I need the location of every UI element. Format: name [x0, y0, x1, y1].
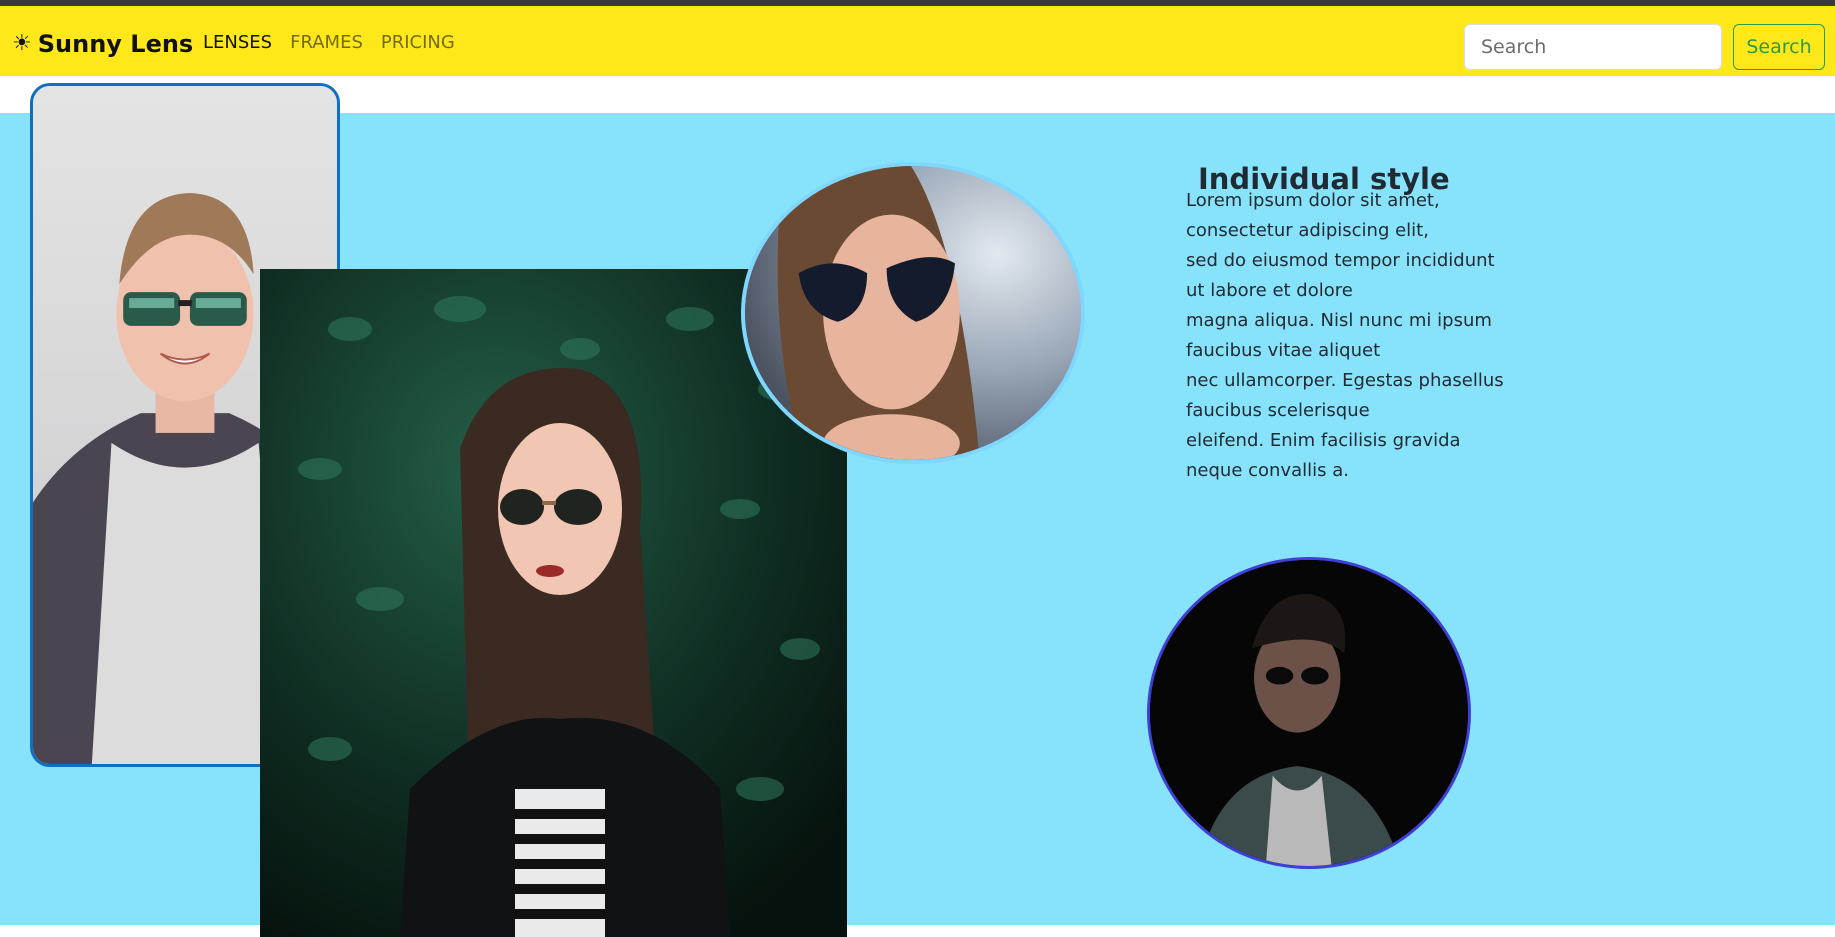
nav-link-frames[interactable]: FRAMES — [290, 32, 363, 53]
search-button[interactable]: Search — [1733, 24, 1825, 70]
sun-icon: ☀ — [12, 31, 32, 56]
brand-name: Sunny Lens — [37, 30, 194, 58]
navbar: ☀ Sunny Lens LENSES FRAMES PRICING Searc… — [0, 6, 1835, 76]
paragraph-line: ut labore et dolore — [1186, 280, 1353, 301]
paragraph-line: neque convallis a. — [1186, 460, 1349, 481]
paragraph-line: consectetur adipiscing elit, — [1186, 220, 1429, 241]
paragraph-line: faucibus vitae aliquet — [1186, 340, 1381, 361]
nav-link-lenses[interactable]: LENSES — [203, 32, 272, 53]
paragraph-line: eleifend. Enim facilisis gravida — [1186, 430, 1461, 451]
paragraph-line: magna aliqua. Nisl nunc mi ipsum — [1186, 310, 1492, 331]
woman-cateye-photo — [741, 162, 1085, 464]
paragraph-line: nec ullamcorper. Egestas phasellus — [1186, 370, 1504, 391]
paragraph-line: sed do eiusmod tempor incididunt — [1186, 250, 1495, 271]
man-dark-portrait-photo — [1147, 557, 1471, 869]
nav-links: LENSES FRAMES PRICING — [203, 32, 455, 53]
brand-link[interactable]: ☀ Sunny Lens — [12, 26, 193, 62]
section-paragraph: Lorem ipsum dolor sit amet, consectetur … — [1186, 186, 1516, 486]
paragraph-line: Lorem ipsum dolor sit amet, — [1186, 190, 1440, 211]
paragraph-line: faucibus scelerisque — [1186, 400, 1370, 421]
search-input[interactable] — [1464, 24, 1722, 70]
nav-link-pricing[interactable]: PRICING — [381, 32, 455, 53]
